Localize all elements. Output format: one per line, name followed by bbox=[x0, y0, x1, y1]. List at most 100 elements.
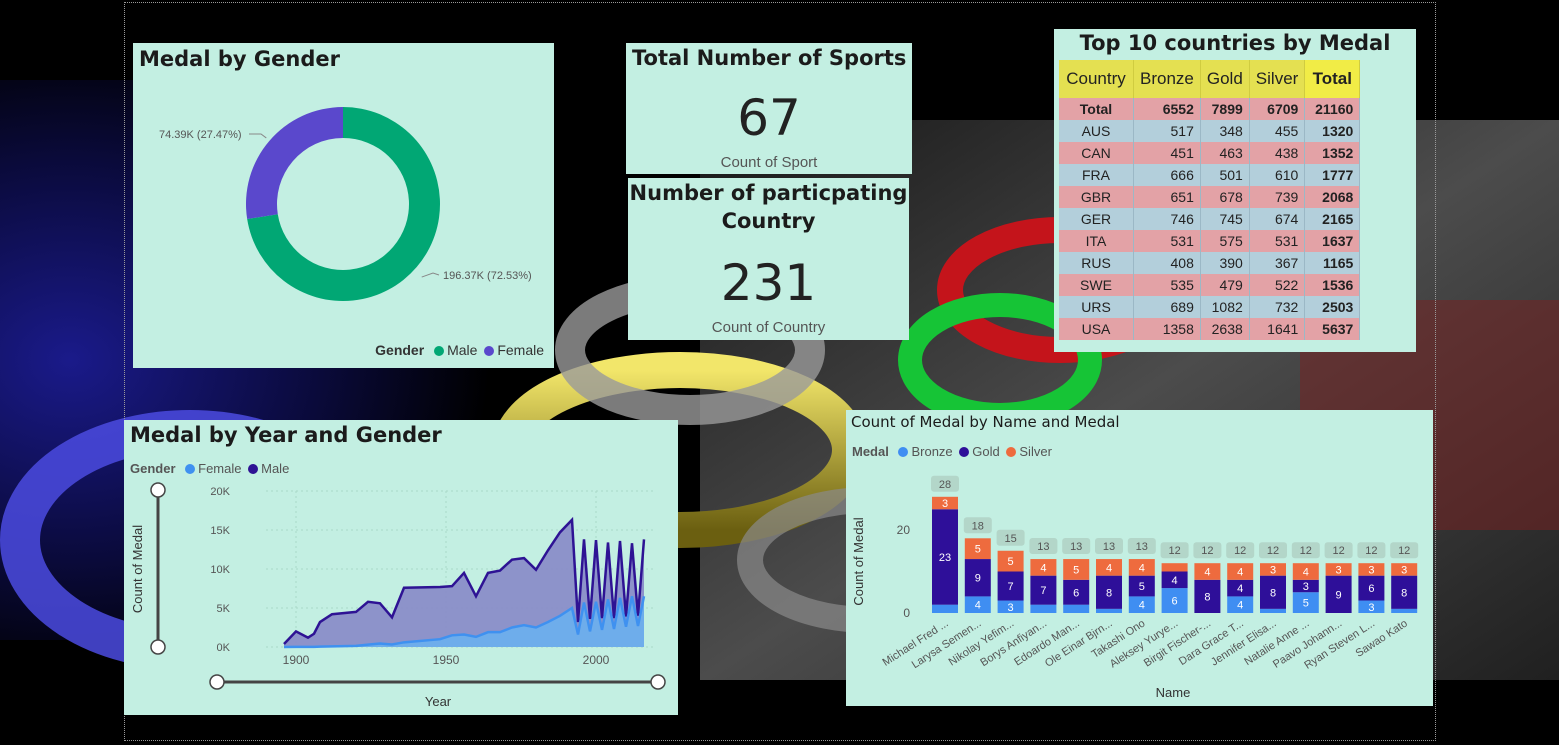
segment-label: 9 bbox=[975, 573, 981, 585]
legend-item-female[interactable]: Female bbox=[481, 342, 544, 358]
table-row[interactable]: SWE 535 479 522 1536 bbox=[1059, 274, 1361, 296]
kpi-caption: Count of Country bbox=[711, 319, 826, 336]
segment-label: 7 bbox=[1008, 581, 1014, 593]
segment-label: 3 bbox=[942, 498, 948, 510]
table-cell: 348 bbox=[1200, 120, 1250, 142]
segment-label: 3 bbox=[1401, 564, 1407, 576]
table-cell: URS bbox=[1059, 296, 1134, 318]
leader-line bbox=[249, 133, 267, 139]
column-header[interactable]: Gold bbox=[1200, 60, 1250, 98]
stacked-bar-chart[interactable]: 020Count of MedalName23328Michael Fred .… bbox=[846, 410, 1433, 706]
table-row[interactable]: FRA 666 501 610 1777 bbox=[1059, 164, 1361, 186]
card-title: Total Number of Sports bbox=[632, 46, 907, 70]
table-row[interactable]: ITA 531 575 531 1637 bbox=[1059, 230, 1361, 252]
medal-by-year-card[interactable]: Medal by Year and Gender Gender Female M… bbox=[124, 420, 678, 715]
segment-label: 3 bbox=[1368, 564, 1374, 576]
table-cell: 501 bbox=[1200, 164, 1250, 186]
table-cell: GBR bbox=[1059, 186, 1134, 208]
table-cell: 678 bbox=[1200, 186, 1250, 208]
table-row[interactable]: USA 1358 2638 1641 5637 bbox=[1059, 318, 1361, 340]
column-header[interactable]: Country bbox=[1059, 60, 1134, 98]
x-axis-title: Year bbox=[425, 694, 452, 709]
medal-by-gender-card[interactable]: Medal by Gender 196.37K (72.53%) 74.39K (… bbox=[133, 43, 554, 368]
table-cell: 2165 bbox=[1304, 208, 1361, 230]
segment-label: 5 bbox=[1303, 598, 1309, 610]
card-title: Top 10 countries by Medal bbox=[1079, 31, 1391, 55]
total-label: 28 bbox=[939, 479, 951, 491]
table-cell: 739 bbox=[1249, 186, 1306, 208]
table-row[interactable]: CAN 451 463 438 1352 bbox=[1059, 142, 1361, 164]
x-tick-label: 1950 bbox=[433, 653, 460, 667]
table-cell: 451 bbox=[1133, 142, 1201, 164]
segment-label: 3 bbox=[1008, 602, 1014, 614]
leader-line bbox=[421, 272, 440, 278]
table-cell: 479 bbox=[1200, 274, 1250, 296]
total-label: 12 bbox=[1365, 545, 1377, 557]
table-cell: Total bbox=[1059, 98, 1134, 120]
table-row[interactable]: GER 746 745 674 2165 bbox=[1059, 208, 1361, 230]
card-title-line2: Country bbox=[721, 209, 816, 233]
segment-label: 4 bbox=[1237, 567, 1243, 579]
card-title-line1: Number of particpating bbox=[629, 181, 908, 205]
y-tick-label: 5K bbox=[217, 603, 231, 615]
table-row[interactable]: RUS 408 390 367 1165 bbox=[1059, 252, 1361, 274]
table-row[interactable]: AUS 517 348 455 1320 bbox=[1059, 120, 1361, 142]
segment-label: 5 bbox=[1073, 564, 1079, 576]
table-cell: 6709 bbox=[1249, 98, 1306, 120]
table-cell: 7899 bbox=[1200, 98, 1250, 120]
segment-label: 3 bbox=[1336, 564, 1342, 576]
segment-label: 4 bbox=[975, 600, 981, 612]
segment-label: 5 bbox=[1139, 581, 1145, 593]
total-label: 13 bbox=[1103, 541, 1115, 553]
table-cell: 522 bbox=[1249, 274, 1306, 296]
area-chart[interactable]: 0K 5K 10K 15K 20K 1900 1950 2000 Count of Medal Y… bbox=[124, 420, 678, 715]
total-label: 13 bbox=[1070, 541, 1082, 553]
table-cell: 408 bbox=[1133, 252, 1201, 274]
bar-segment-bronze bbox=[1260, 608, 1286, 613]
kpi-caption: Count of Sport bbox=[720, 154, 818, 171]
column-header[interactable]: Bronze bbox=[1133, 60, 1201, 98]
bar-segment-bronze bbox=[1063, 604, 1090, 613]
segment-label: 4 bbox=[1106, 562, 1112, 574]
medal-by-name-card[interactable]: Count of Medal by Name and Medal Medal B… bbox=[846, 410, 1433, 706]
table-cell: 2503 bbox=[1304, 296, 1361, 318]
table-cell: 1165 bbox=[1304, 252, 1361, 274]
donut-slice-female bbox=[246, 107, 343, 220]
bar-segment-bronze bbox=[932, 604, 958, 613]
y-slider-handle-bottom bbox=[150, 639, 166, 655]
column-header[interactable]: Total bbox=[1304, 60, 1361, 98]
segment-label: 7 bbox=[1040, 585, 1046, 597]
total-label: 15 bbox=[1004, 533, 1016, 545]
table-total-row[interactable]: Total 6552 7899 6709 21160 bbox=[1059, 98, 1361, 120]
x-slider-handle-left bbox=[209, 674, 225, 690]
segment-label: 4 bbox=[1237, 600, 1243, 612]
table-cell: 1352 bbox=[1304, 142, 1361, 164]
legend-item-male[interactable]: Male bbox=[428, 342, 477, 358]
total-label: 13 bbox=[1037, 541, 1049, 553]
table-cell: 531 bbox=[1249, 230, 1306, 252]
column-header[interactable]: Silver bbox=[1249, 60, 1306, 98]
x-axis-title: Name bbox=[1156, 685, 1191, 700]
segment-label: 4 bbox=[1172, 575, 1178, 587]
segment-label: 8 bbox=[1270, 587, 1276, 599]
table-cell: 1536 bbox=[1304, 274, 1361, 296]
total-label: 13 bbox=[1136, 541, 1148, 553]
top-countries-card[interactable]: Top 10 countries by Medal Country Bronze… bbox=[1054, 29, 1416, 352]
x-slider-handle-right bbox=[650, 674, 666, 690]
total-label: 12 bbox=[1267, 545, 1279, 557]
medal-table[interactable]: Country Bronze Gold Silver Total Total 65… bbox=[1059, 60, 1361, 340]
segment-label: 6 bbox=[1172, 596, 1178, 608]
donut-chart[interactable]: 196.37K (72.53%) 74.39K (27.47%) bbox=[133, 43, 554, 368]
segment-label: 23 bbox=[939, 552, 951, 564]
table-cell: 390 bbox=[1200, 252, 1250, 274]
table-cell: 1637 bbox=[1304, 230, 1361, 252]
table-row[interactable]: URS 689 1082 732 2503 bbox=[1059, 296, 1361, 318]
total-sports-card[interactable]: Total Number of Sports 67 Count of Sport bbox=[626, 43, 912, 174]
table-cell: 21160 bbox=[1304, 98, 1361, 120]
total-label: 12 bbox=[1168, 545, 1180, 557]
table-cell: RUS bbox=[1059, 252, 1134, 274]
participating-country-card[interactable]: Number of particpating Country 231 Count… bbox=[628, 178, 909, 340]
table-cell: 517 bbox=[1133, 120, 1201, 142]
table-row[interactable]: GBR 651 678 739 2068 bbox=[1059, 186, 1361, 208]
table-cell: 745 bbox=[1200, 208, 1250, 230]
